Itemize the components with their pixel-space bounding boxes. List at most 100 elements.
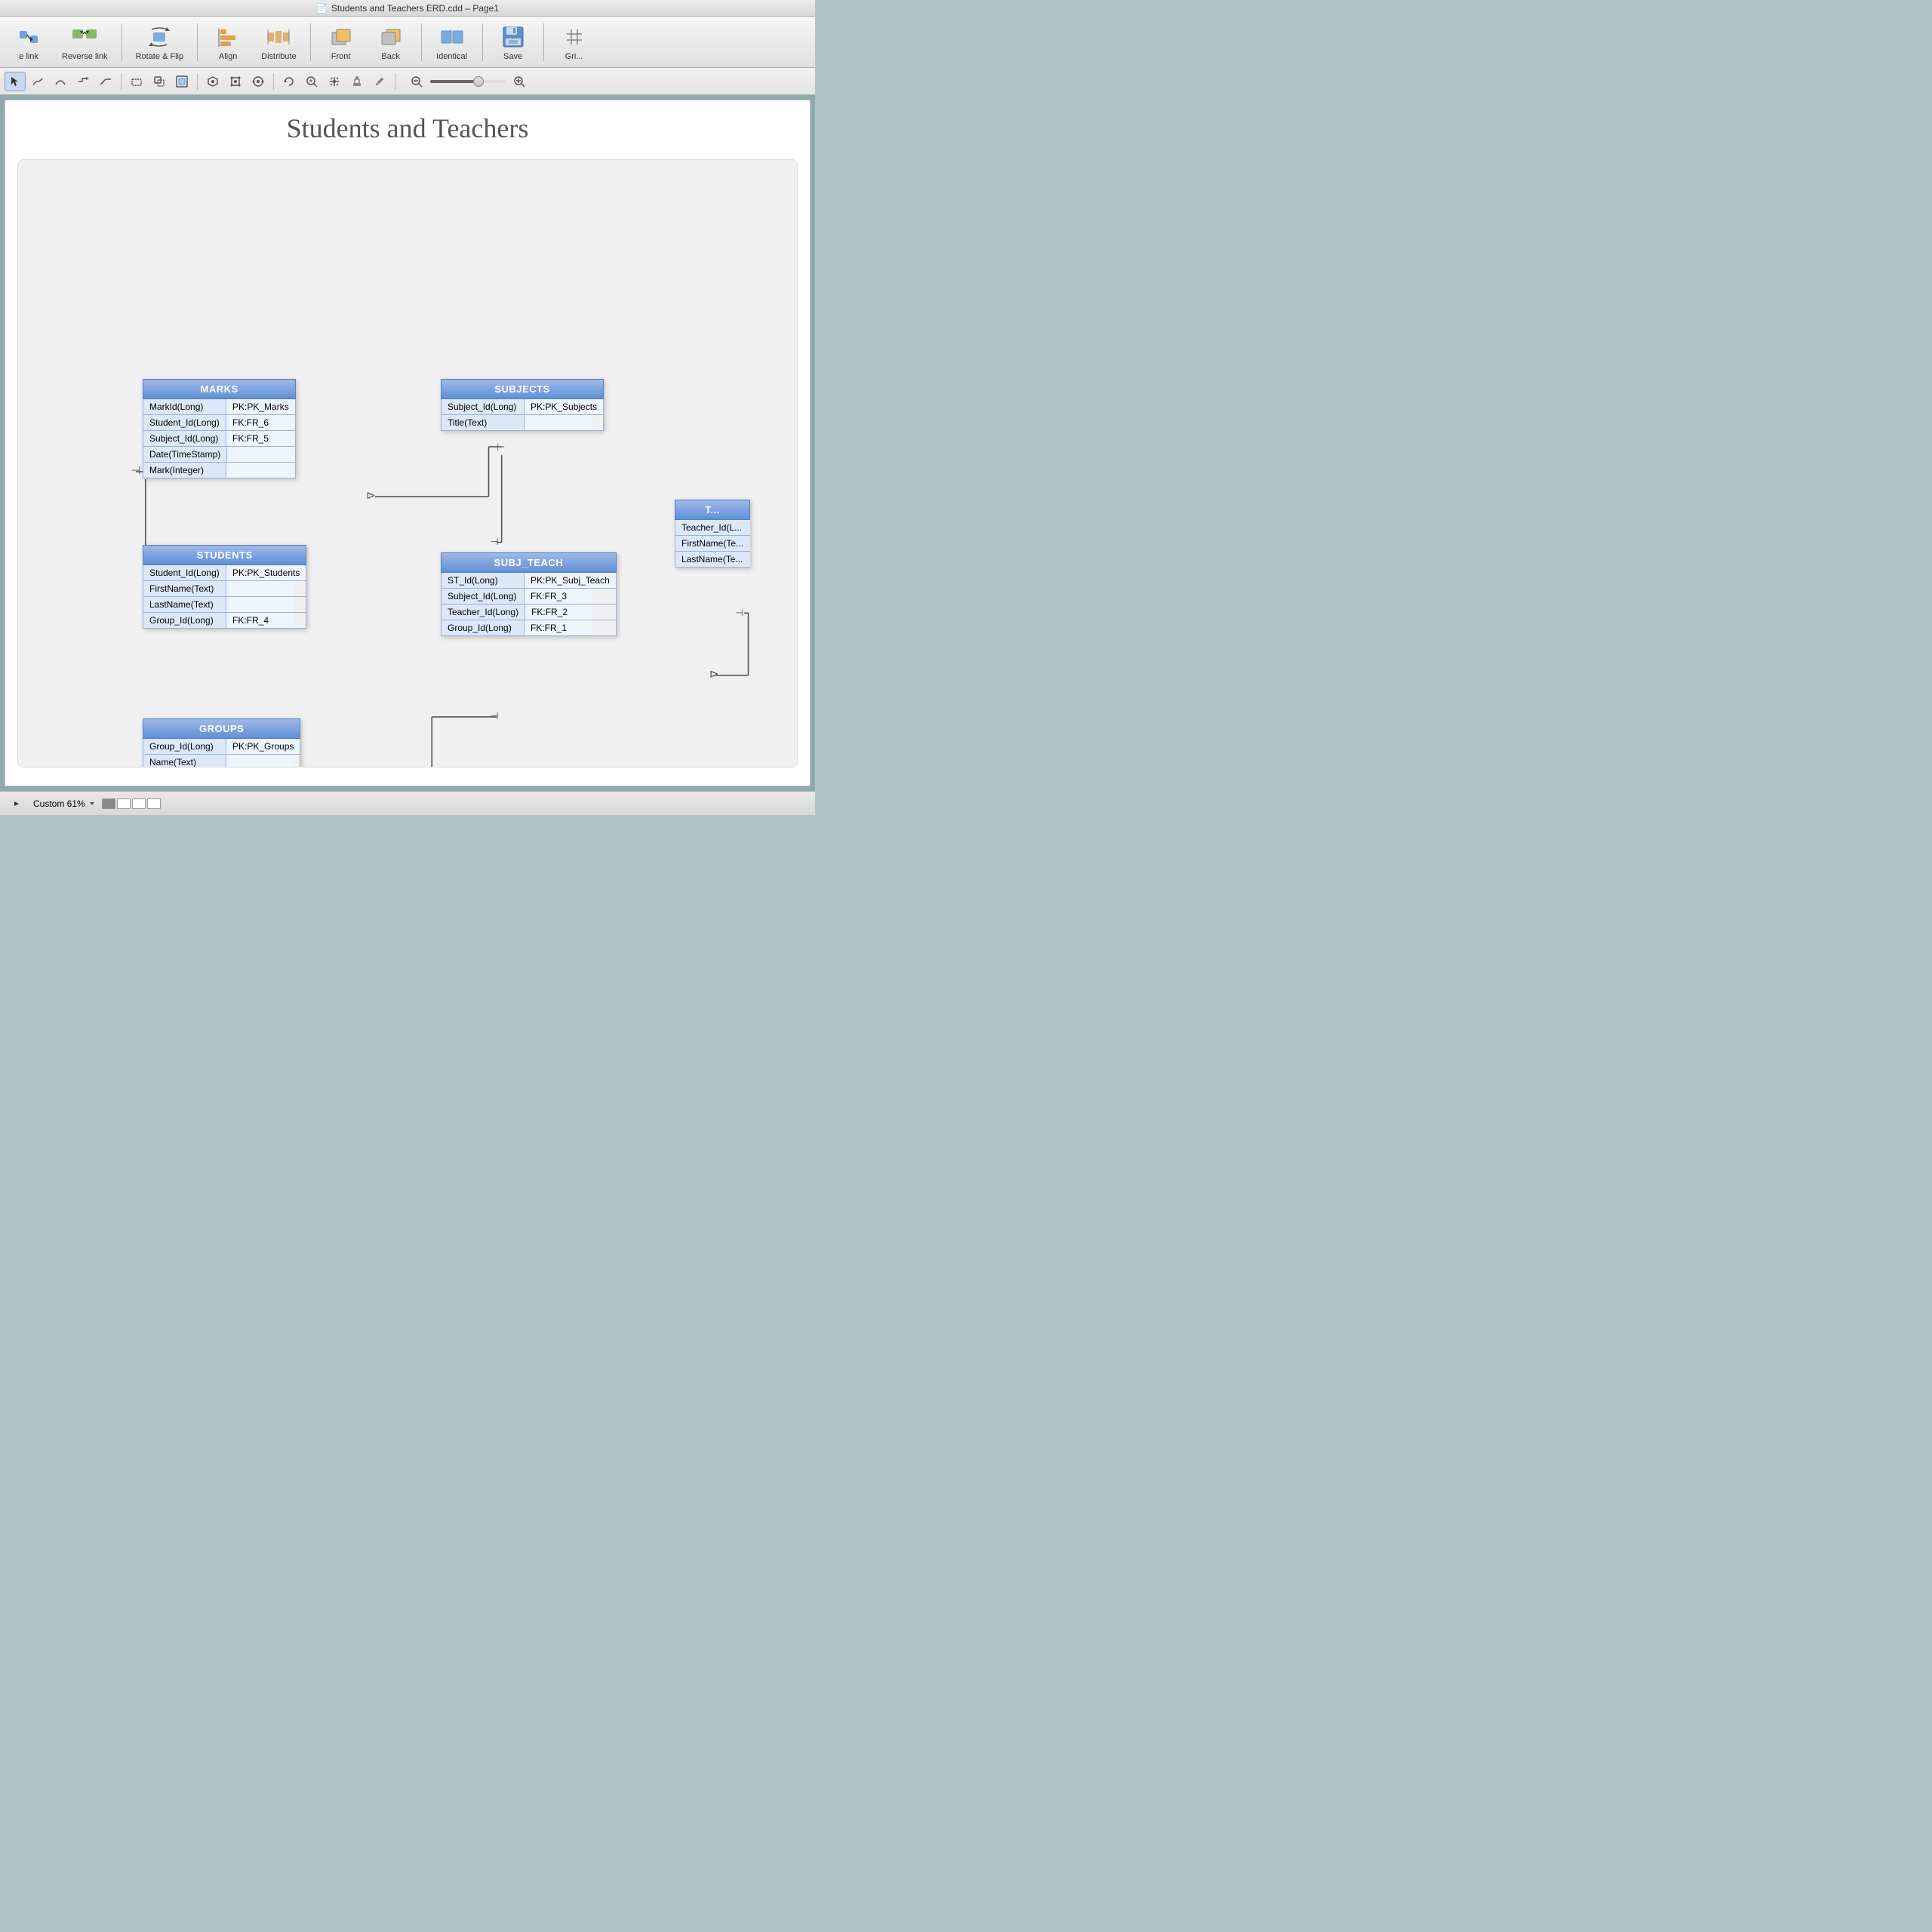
page-icon-4[interactable] xyxy=(147,798,161,809)
zoom-slider[interactable] xyxy=(430,80,506,83)
toolbar-align[interactable]: Align xyxy=(205,20,251,64)
tool-group2[interactable] xyxy=(149,72,170,91)
marks-cell-markid: MarkId(Long) xyxy=(143,399,226,414)
sep5 xyxy=(482,23,483,61)
groups-cell-name-val xyxy=(226,755,294,768)
tool-sep2 xyxy=(197,73,198,90)
tool-refresh[interactable] xyxy=(278,72,300,91)
marks-cell-subjectid: Subject_Id(Long) xyxy=(143,431,226,446)
back-label: Back xyxy=(381,52,399,61)
svg-text:⊣: ⊣ xyxy=(131,464,140,477)
marks-cell-pk: PK:PK_Marks xyxy=(226,399,295,414)
subj-teach-row-2: Subject_Id(Long) FK:FR_3 xyxy=(441,589,617,605)
file-icon: 📄 xyxy=(316,3,328,14)
identical-icon xyxy=(438,23,466,51)
marks-cell-mark: Mark(Integer) xyxy=(143,463,226,478)
page-icon-2[interactable] xyxy=(117,798,131,809)
canvas[interactable]: Students and Teachers ⊣ ⊣ ⊳ ⊢ xyxy=(5,100,811,786)
tool-stamp[interactable] xyxy=(346,72,368,91)
students-cell-firstname-val xyxy=(226,581,294,596)
marks-cell-fk6: FK:FR_6 xyxy=(226,415,294,430)
tool-node2[interactable] xyxy=(225,72,246,91)
students-header: STUDENTS xyxy=(143,545,306,565)
tool-connector[interactable] xyxy=(72,72,94,91)
tool-group1[interactable] xyxy=(126,72,147,91)
tool-pen[interactable] xyxy=(369,72,390,91)
subjects-table[interactable]: SUBJECTS Subject_Id(Long) PK:PK_Subjects… xyxy=(441,379,604,431)
subj-teach-cell-fk1: FK:FR_1 xyxy=(525,620,592,635)
students-cell-id: Student_Id(Long) xyxy=(143,565,226,580)
title-bar: 📄 Students and Teachers ERD.cdd – Page1 xyxy=(0,0,815,17)
marks-header: MARKS xyxy=(143,379,296,399)
groups-row-2: Name(Text) xyxy=(143,755,300,768)
reverse-link2-label: Reverse link xyxy=(62,52,108,61)
diagram-area[interactable]: ⊣ ⊣ ⊳ ⊢ ⊣ ⊣ ⊣ ⊣ xyxy=(17,159,798,768)
subj-teach-cell-id: ST_Id(Long) xyxy=(441,573,525,588)
save-icon xyxy=(500,23,527,51)
status-arrow[interactable] xyxy=(6,794,27,814)
toolbar-rotate-flip[interactable]: Rotate & Flip xyxy=(130,20,190,64)
tool-elbow[interactable] xyxy=(95,72,116,91)
tool-arc[interactable] xyxy=(50,72,71,91)
zoom-thumb[interactable] xyxy=(473,76,484,87)
students-row-2: FirstName(Text) xyxy=(143,581,306,597)
marks-cell-fk5: FK:FR_5 xyxy=(226,431,294,446)
sep6 xyxy=(543,23,544,61)
toolbar-save[interactable]: Save xyxy=(491,20,536,64)
students-cell-lastname: LastName(Text) xyxy=(143,597,226,612)
tool-select[interactable] xyxy=(5,72,26,91)
marks-row-4: Date(TimeStamp) xyxy=(143,447,296,463)
tool-group3[interactable] xyxy=(171,72,192,91)
tool-sep1 xyxy=(121,73,122,90)
toolbar-identical[interactable]: Identical xyxy=(429,20,475,64)
align-label: Align xyxy=(219,52,237,61)
back-icon xyxy=(377,23,405,51)
toolbar-front[interactable]: Front xyxy=(318,20,364,64)
tool-zoom-fit[interactable] xyxy=(301,72,322,91)
groups-table[interactable]: GROUPS Group_Id(Long) PK:PK_Groups Name(… xyxy=(143,718,300,768)
main-area: Students and Teachers ⊣ ⊣ ⊳ ⊢ xyxy=(0,95,815,791)
subjects-cell-pk: PK:PK_Subjects xyxy=(525,399,603,414)
zoom-out-btn[interactable] xyxy=(406,72,427,91)
subj-teach-cell-pk: PK:PK_Subj_Teach xyxy=(525,573,616,588)
students-cell-groupid: Group_Id(Long) xyxy=(143,613,226,628)
subj-teach-cell-fk2: FK:FR_2 xyxy=(525,605,593,620)
toolbar-distribute[interactable]: Distribute xyxy=(255,20,302,64)
zoom-select[interactable]: Custom 61% xyxy=(33,798,96,809)
teachers-table[interactable]: T... Teacher_Id(L... FirstName(Te... Las… xyxy=(675,500,750,568)
tool-node3[interactable] xyxy=(248,72,269,91)
zoom-in-btn[interactable] xyxy=(509,72,530,91)
save-label: Save xyxy=(503,52,522,61)
toolbar-back[interactable]: Back xyxy=(368,20,414,64)
distribute-label: Distribute xyxy=(261,52,296,61)
subj-teach-cell-groupid: Group_Id(Long) xyxy=(441,620,525,635)
marks-row-2: Student_Id(Long) FK:FR_6 xyxy=(143,415,296,431)
page-icon-3[interactable] xyxy=(132,798,146,809)
reverse-link-label: e link xyxy=(19,52,38,61)
tool-node1[interactable] xyxy=(202,72,223,91)
marks-cell-mark-val xyxy=(226,463,294,478)
subj-teach-cell-fk3: FK:FR_3 xyxy=(525,589,592,604)
students-cell-lastname-val xyxy=(226,597,294,612)
toolbar-grid[interactable]: Gri... xyxy=(552,20,597,64)
students-table[interactable]: STUDENTS Student_Id(Long) PK:PK_Students… xyxy=(143,545,306,629)
teachers-header: T... xyxy=(675,500,750,520)
tool-line[interactable] xyxy=(27,72,48,91)
svg-text:⊳: ⊳ xyxy=(709,668,719,681)
front-icon xyxy=(328,23,355,51)
subj-teach-header: SUBJ_TEACH xyxy=(441,552,617,573)
svg-text:⊢: ⊢ xyxy=(497,441,505,452)
reverse-link-icon xyxy=(15,23,42,51)
marks-table[interactable]: MARKS MarkId(Long) PK:PK_Marks Student_I… xyxy=(143,379,296,478)
students-cell-fk4: FK:FR_4 xyxy=(226,613,294,628)
tool-pan[interactable] xyxy=(324,72,345,91)
front-label: Front xyxy=(331,52,351,61)
zoom-value: Custom 61% xyxy=(33,798,85,809)
page-icon-1[interactable] xyxy=(102,798,115,809)
subj-teach-table[interactable]: SUBJ_TEACH ST_Id(Long) PK:PK_Subj_Teach … xyxy=(441,552,617,636)
toolbar-reverse-link2[interactable]: Reverse link xyxy=(56,20,114,64)
toolbar-reverse-link[interactable]: e link xyxy=(6,20,51,64)
subj-teach-cell-teacherid: Teacher_Id(Long) xyxy=(441,605,525,620)
teachers-cell-firstname: FirstName(Te... xyxy=(675,536,750,551)
grid-icon xyxy=(561,23,588,51)
